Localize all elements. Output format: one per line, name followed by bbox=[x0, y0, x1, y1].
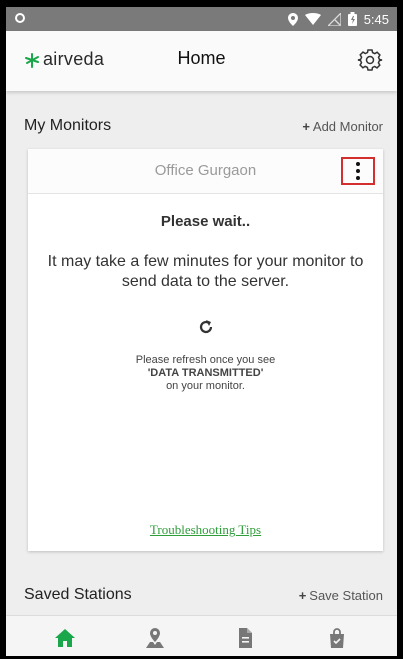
note-line-3: on your monitor. bbox=[166, 380, 245, 392]
wifi-icon bbox=[304, 13, 321, 25]
no-signal-icon bbox=[327, 12, 341, 26]
add-monitor-button[interactable]: + Add Monitor bbox=[302, 119, 383, 134]
note-line-2: 'DATA TRANSMITTED' bbox=[147, 367, 264, 379]
monitor-card-header: Office Gurgaon bbox=[28, 149, 383, 194]
notification-icon bbox=[15, 13, 25, 23]
refresh-button[interactable] bbox=[196, 317, 216, 337]
monitor-name: Office Gurgaon bbox=[154, 162, 257, 179]
page-title: Home bbox=[177, 48, 226, 68]
status-icons: 5:45 bbox=[287, 11, 389, 27]
note-line-1: Please refresh once you see bbox=[135, 354, 276, 366]
gear-icon bbox=[357, 49, 383, 71]
stations-section-title: Saved Stations bbox=[24, 586, 132, 603]
app-screen: 5:45 airveda Home My Monitors + Add Moni… bbox=[6, 7, 397, 656]
status-bar: 5:45 bbox=[6, 7, 397, 31]
wait-heading: Please wait.. bbox=[160, 213, 251, 230]
bottom-nav bbox=[6, 615, 397, 656]
home-icon bbox=[55, 629, 75, 647]
app-bar: airveda Home bbox=[6, 31, 397, 91]
nav-map[interactable] bbox=[143, 626, 167, 650]
monitor-options-button[interactable] bbox=[341, 157, 375, 185]
location-icon bbox=[287, 12, 298, 26]
monitor-card: Office Gurgaon Please wait.. It may take… bbox=[28, 149, 383, 551]
shopping-bag-icon bbox=[330, 628, 344, 648]
stations-section-header: Saved Stations + Save Station bbox=[6, 580, 397, 612]
wait-message: It may take a few minutes for your monit… bbox=[47, 253, 364, 290]
refresh-note: Please refresh once you see 'DATA TRANSM… bbox=[28, 354, 383, 393]
refresh-icon bbox=[199, 320, 213, 334]
save-station-button[interactable]: + Save Station bbox=[299, 588, 383, 603]
troubleshooting-tips-link[interactable]: Troubleshooting Tips bbox=[28, 522, 383, 538]
status-time: 5:45 bbox=[363, 11, 389, 27]
settings-button[interactable] bbox=[357, 47, 383, 73]
nav-reports[interactable] bbox=[233, 626, 257, 650]
document-icon bbox=[239, 628, 252, 648]
add-monitor-label: Add Monitor bbox=[312, 119, 383, 134]
nav-shop[interactable] bbox=[325, 626, 349, 650]
plus-icon: + bbox=[302, 119, 310, 134]
battery-icon bbox=[347, 12, 357, 26]
nav-home[interactable] bbox=[53, 626, 77, 650]
monitors-section-header: My Monitors + Add Monitor bbox=[6, 111, 397, 143]
more-vert-icon bbox=[356, 162, 360, 166]
plus-icon: + bbox=[298, 588, 307, 603]
map-icon bbox=[146, 628, 164, 648]
monitors-section-title: My Monitors bbox=[24, 117, 112, 134]
save-station-label: Save Station bbox=[309, 588, 383, 603]
